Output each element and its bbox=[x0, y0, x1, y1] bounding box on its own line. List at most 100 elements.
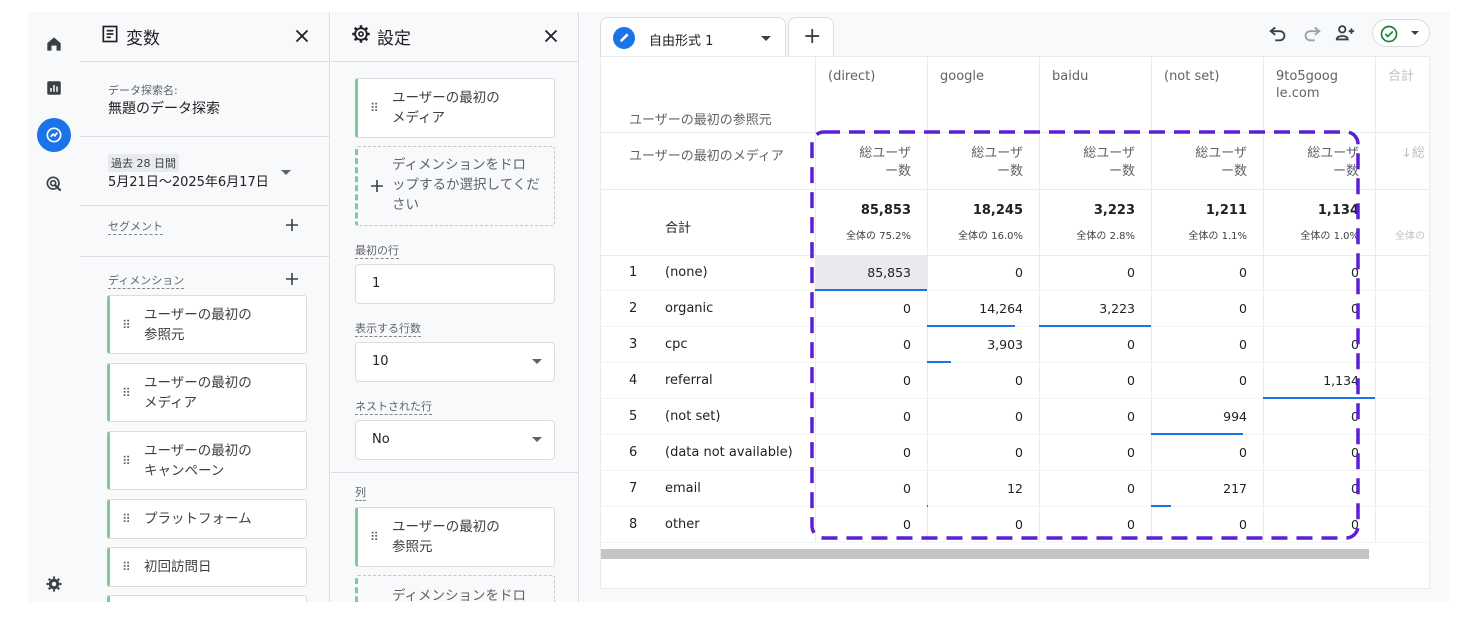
drag-handle-icon[interactable]: ⠿ bbox=[122, 560, 131, 574]
chevron-down-icon[interactable] bbox=[761, 36, 771, 41]
tab-label: 自由形式 1 bbox=[649, 34, 714, 49]
drag-handle-icon[interactable]: ⠿ bbox=[122, 318, 131, 332]
exploration-name-label: データ探索名: bbox=[108, 84, 178, 97]
dimension-chip-line1: ユーザーの最初の bbox=[144, 443, 252, 459]
chevron-down-icon bbox=[1411, 31, 1419, 35]
add-row-dimension-icon[interactable] bbox=[370, 179, 384, 193]
column-header-label: google bbox=[940, 69, 985, 84]
row-index: 4 bbox=[629, 373, 638, 388]
dimension-chip-line2: メディア bbox=[144, 395, 198, 411]
rows-drop-zone[interactable]: ディメンションをドロ ップするか選択してくだ さい bbox=[355, 146, 555, 226]
settings-panel-icon bbox=[351, 24, 371, 49]
add-tab-label: + bbox=[803, 24, 822, 49]
dimension-chip-first-source[interactable]: ⠿ ユーザーの最初の 参照元 bbox=[107, 295, 307, 354]
tab-freeform-1[interactable]: 自由形式 1 bbox=[600, 17, 786, 57]
status-dropdown[interactable] bbox=[1372, 19, 1430, 47]
row-label: (not set) bbox=[665, 409, 721, 424]
column-header-total[interactable]: 合計 bbox=[1375, 57, 1429, 131]
drag-handle-icon[interactable]: ⠿ bbox=[370, 101, 379, 115]
add-dimension-icon[interactable] bbox=[285, 272, 299, 286]
rows-to-show-value: 10 bbox=[372, 354, 389, 369]
undo-icon[interactable] bbox=[1267, 22, 1289, 44]
column-header-not-set[interactable]: (not set) bbox=[1151, 57, 1263, 131]
dimension-chip-first-medium[interactable]: ⠿ ユーザーの最初の メディア bbox=[107, 363, 307, 422]
nav-rail bbox=[28, 12, 80, 602]
columns-dimension-chip[interactable]: ⠿ ユーザーの最初の 参照元 bbox=[355, 507, 555, 567]
dimension-chip-partial[interactable] bbox=[107, 595, 307, 602]
dimension-chip-first-visit-date[interactable]: ⠿ 初回訪問日 bbox=[107, 547, 307, 587]
start-row-label: 最初の行 bbox=[355, 244, 399, 259]
drag-handle-icon[interactable]: ⠿ bbox=[122, 454, 131, 468]
row-label: organic bbox=[665, 301, 714, 316]
dimension-chip-line2: 参照元 bbox=[144, 327, 185, 343]
columns-chip-line1: ユーザーの最初の bbox=[392, 519, 500, 535]
row-index: 7 bbox=[629, 481, 638, 496]
add-tab-button[interactable]: + bbox=[788, 17, 834, 57]
rows-chip-line1: ユーザーの最初の bbox=[392, 90, 500, 106]
row-index: 5 bbox=[629, 409, 638, 424]
column-dimension-label: ユーザーの最初の参照元 bbox=[629, 113, 772, 128]
dimensions-label: ディメンション bbox=[108, 274, 185, 289]
redo-icon[interactable] bbox=[1301, 22, 1323, 44]
variables-panel-icon bbox=[100, 24, 120, 49]
exploration-name[interactable]: 無題のデータ探索 bbox=[108, 98, 220, 118]
close-variables-icon[interactable] bbox=[291, 25, 313, 47]
row-index: 8 bbox=[629, 517, 638, 532]
nested-rows-select[interactable]: No bbox=[355, 420, 555, 460]
dimension-chip-line2: キャンペーン bbox=[144, 463, 225, 479]
rows-dimension-chip[interactable]: ⠿ ユーザーの最初の メディア bbox=[355, 78, 555, 138]
settings-panel: 設定 ⠿ ユーザーの最初の メディア ディメンションをドロ ップするか選択してく… bbox=[331, 12, 579, 602]
segments-label: セグメント bbox=[108, 220, 163, 235]
close-settings-icon[interactable] bbox=[540, 25, 562, 47]
column-header-label: (direct) bbox=[828, 69, 876, 84]
row-label: (data not available) bbox=[665, 445, 793, 460]
date-range-dropdown-icon[interactable] bbox=[281, 170, 291, 175]
row-index: 6 bbox=[629, 445, 638, 460]
metric-header-total[interactable]: ↓総 bbox=[1375, 145, 1429, 163]
explore-icon[interactable] bbox=[37, 118, 71, 152]
settings-gear-icon[interactable] bbox=[40, 570, 68, 598]
dimension-chip-line1: プラットフォーム bbox=[144, 511, 252, 527]
column-header-label-line2: le.com bbox=[1276, 86, 1320, 101]
columns-drop-hint: ディメンションをドロ bbox=[392, 588, 527, 602]
column-header-google[interactable]: google bbox=[927, 57, 1039, 131]
drag-handle-icon[interactable]: ⠿ bbox=[122, 512, 131, 526]
columns-label: 列 bbox=[355, 486, 366, 501]
variables-panel: 変数 データ探索名: 無題のデータ探索 過去 28 日間 5月21日～2025年… bbox=[80, 12, 330, 602]
drop-hint-line1: ディメンションをドロ bbox=[392, 157, 527, 173]
column-header-label: (not set) bbox=[1164, 69, 1220, 84]
dimension-chip-first-campaign[interactable]: ⠿ ユーザーの最初の キャンペーン bbox=[107, 431, 307, 490]
check-circle-icon bbox=[1380, 25, 1398, 43]
share-users-icon[interactable] bbox=[1334, 22, 1356, 44]
column-header-baidu[interactable]: baidu bbox=[1039, 57, 1151, 131]
date-range[interactable]: 5月21日～2025年6月17日 bbox=[108, 171, 269, 190]
advertising-icon[interactable] bbox=[40, 170, 68, 198]
row-index: 3 bbox=[629, 337, 638, 352]
dimension-chip-line1: ユーザーの最初の bbox=[144, 307, 252, 323]
horizontal-scrollbar[interactable] bbox=[601, 549, 1369, 559]
row-label: referral bbox=[665, 373, 713, 388]
reports-icon[interactable] bbox=[40, 74, 68, 102]
row-label: other bbox=[665, 517, 700, 532]
nested-rows-label: ネストされた行 bbox=[355, 400, 432, 415]
pencil-icon[interactable] bbox=[613, 27, 635, 49]
start-row-input[interactable]: 1 bbox=[355, 264, 555, 304]
columns-drop-zone[interactable]: ディメンションをドロ bbox=[355, 575, 555, 602]
rows-to-show-select[interactable]: 10 bbox=[355, 342, 555, 382]
row-label: (none) bbox=[665, 265, 708, 280]
home-icon[interactable] bbox=[40, 30, 68, 58]
column-header-direct[interactable]: (direct) bbox=[815, 57, 927, 131]
nested-rows-value: No bbox=[372, 432, 390, 447]
drag-handle-icon[interactable]: ⠿ bbox=[122, 386, 131, 400]
add-segment-icon[interactable] bbox=[285, 218, 299, 232]
column-header-label: baidu bbox=[1052, 69, 1089, 84]
drag-handle-icon[interactable]: ⠿ bbox=[370, 530, 379, 544]
dimension-chip-platform[interactable]: ⠿ プラットフォーム bbox=[107, 499, 307, 539]
drop-hint-line2: ップするか選択してくだ bbox=[392, 177, 540, 193]
column-header-label: 9to5goog bbox=[1276, 69, 1339, 84]
total-percent-faded: 全体の bbox=[1395, 231, 1425, 242]
row-label: cpc bbox=[665, 337, 688, 352]
drop-hint-line3: さい bbox=[392, 197, 419, 213]
column-header-9to5google[interactable]: 9to5goog le.com bbox=[1263, 57, 1375, 131]
date-range-label: 過去 28 日間 bbox=[108, 154, 179, 172]
